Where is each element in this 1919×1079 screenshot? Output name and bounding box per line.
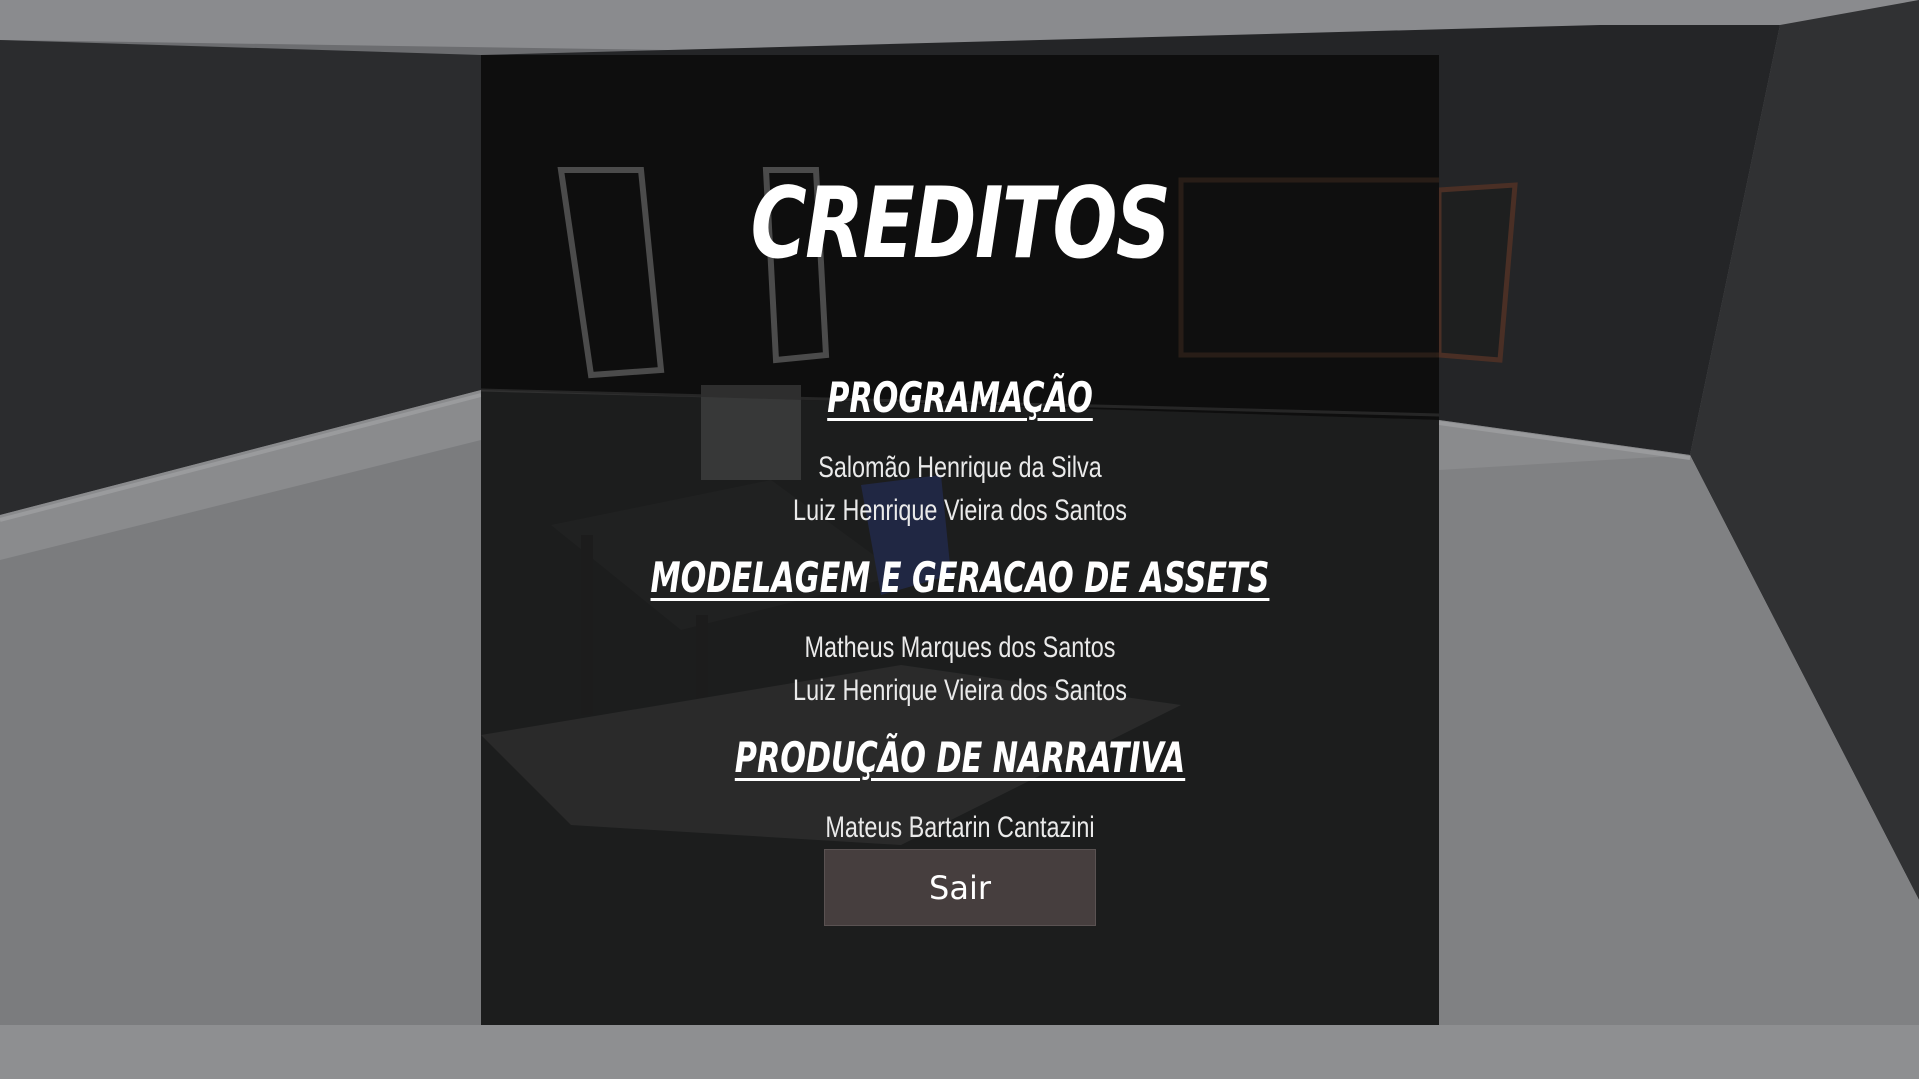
game-scene: CREDITOS PROGRAMAÇÃO Salomão Henrique da… [0,0,1919,1079]
credit-name: Salomão Henrique da Silva [818,451,1102,484]
credit-name: Luiz Henrique Vieira dos Santos [793,674,1127,707]
credit-name: Luiz Henrique Vieira dos Santos [793,494,1127,527]
credit-name: Matheus Marques dos Santos [804,631,1116,664]
section-heading-narrativa: PRODUÇÃO DE NARRATIVA [734,733,1186,782]
credits-panel: CREDITOS PROGRAMAÇÃO Salomão Henrique da… [481,55,1439,1025]
credits-title: CREDITOS [750,167,1171,281]
credit-name: Mateus Bartarin Cantazini [825,811,1095,844]
section-heading-programacao: PROGRAMAÇÃO [827,373,1093,422]
section-heading-modelagem: MODELAGEM E GERACAO DE ASSETS [650,553,1270,602]
exit-button[interactable]: Sair [824,849,1096,926]
